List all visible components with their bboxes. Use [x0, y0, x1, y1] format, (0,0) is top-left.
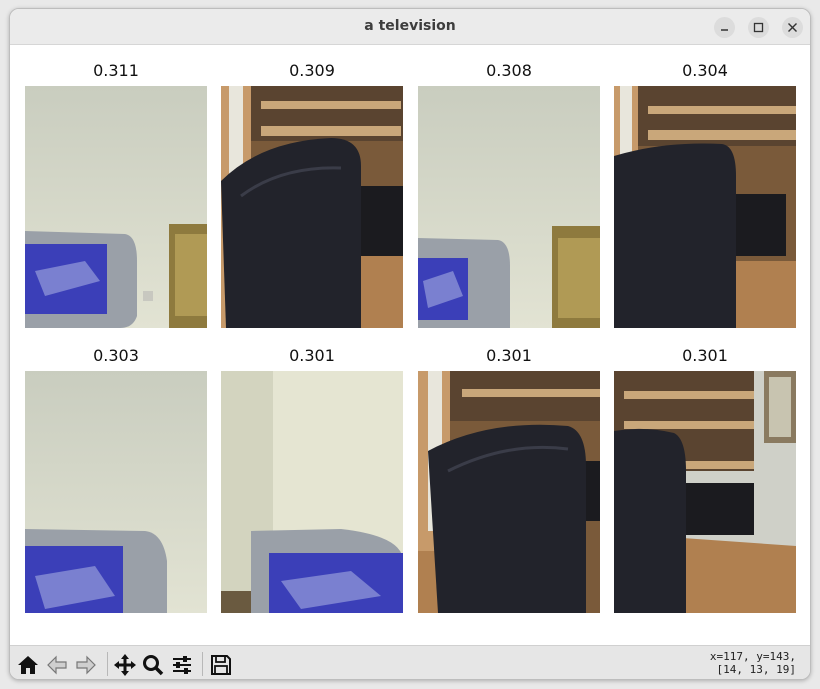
figure-window: a television 0.311 0.309 0.308 0.304 0.3…: [9, 8, 811, 680]
window-title: a television: [364, 18, 456, 34]
similarity-score: 0.303: [93, 346, 139, 365]
thumbnail-tv: [25, 86, 207, 328]
pan-button[interactable]: [113, 653, 137, 677]
similarity-score: 0.311: [93, 61, 139, 80]
figure-canvas[interactable]: 0.311 0.309 0.308 0.304 0.303 0.301 0.30…: [10, 45, 810, 645]
similarity-score: 0.301: [289, 346, 335, 365]
maximize-icon: [753, 22, 764, 33]
zoom-button[interactable]: [141, 653, 165, 677]
cursor-coordinates: x=117, y=143, [14, 13, 19]: [710, 650, 796, 676]
coords-pixel-value: [14, 13, 19]: [716, 663, 796, 676]
similarity-score: 0.309: [289, 61, 335, 80]
close-button[interactable]: [782, 17, 803, 38]
back-icon: [47, 655, 67, 675]
save-button[interactable]: [209, 653, 233, 677]
forward-icon: [76, 655, 96, 675]
similarity-score: 0.301: [486, 346, 532, 365]
save-icon: [211, 655, 231, 675]
thumbnail-desk: [614, 371, 796, 613]
thumbnail-tv: [25, 371, 207, 613]
thumbnail-tv: [418, 86, 600, 328]
back-button[interactable]: [45, 653, 69, 677]
similarity-score: 0.301: [682, 346, 728, 365]
thumbnail-chair: [418, 371, 600, 613]
toolbar-separator: [202, 652, 203, 676]
title-bar[interactable]: a television: [10, 9, 810, 45]
configure-subplots-button[interactable]: [170, 653, 194, 677]
configure-subplots-icon: [173, 656, 191, 674]
pan-icon: [114, 654, 136, 676]
thumbnail-chair: [614, 86, 796, 328]
minimize-button[interactable]: [714, 17, 735, 38]
close-icon: [788, 23, 797, 32]
home-icon: [18, 656, 38, 674]
home-button[interactable]: [16, 653, 40, 677]
thumbnail-tv: [221, 371, 403, 613]
navigation-toolbar: x=117, y=143, [14, 13, 19]: [10, 645, 810, 679]
zoom-icon: [143, 655, 164, 676]
minimize-icon: [721, 29, 728, 31]
toolbar-separator: [107, 652, 108, 676]
maximize-button[interactable]: [748, 17, 769, 38]
forward-button[interactable]: [74, 653, 98, 677]
thumbnail-chair: [221, 86, 403, 328]
similarity-score: 0.308: [486, 61, 532, 80]
coords-position: x=117, y=143,: [709, 650, 796, 663]
similarity-score: 0.304: [682, 61, 728, 80]
